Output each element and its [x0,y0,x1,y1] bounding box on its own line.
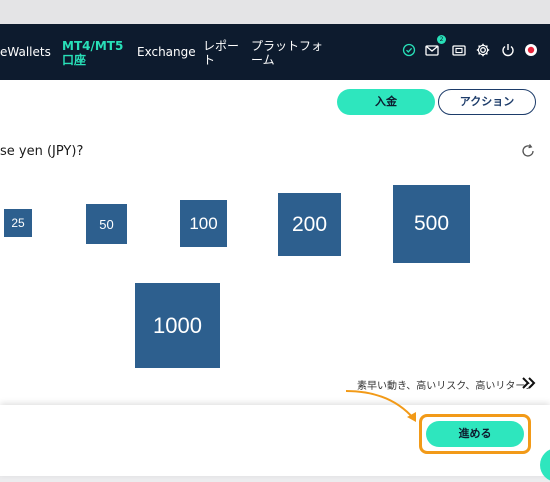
amount-tile-50[interactable]: 50 [86,204,127,244]
browser-top-strip [0,0,550,24]
amount-tile-1000[interactable]: 1000 [135,283,220,368]
amount-tile-200[interactable]: 200 [278,193,341,256]
top-navbar: eWallets MT4/MT5 口座 Exchange レポー ト プラットフ… [0,24,550,80]
notification-badge: 2 [437,35,446,44]
double-chevron-right-icon[interactable] [521,375,537,391]
mail-icon[interactable] [424,42,440,58]
deposit-button[interactable]: 入金 [337,89,435,115]
nav-item-platforms[interactable]: プラットフォ ーム [251,39,323,67]
amount-tile-500[interactable]: 500 [393,185,470,263]
nav-item-exchange[interactable]: Exchange [137,45,196,59]
refresh-icon[interactable] [519,142,537,160]
action-button[interactable]: アクション [438,89,536,115]
ticket-icon[interactable] [451,42,467,58]
nav-item-reports[interactable]: レポー ト [203,39,239,67]
amount-tile-25[interactable]: 25 [4,209,32,237]
record-icon[interactable] [523,42,539,58]
nav-item-ewallets[interactable]: eWallets [0,45,51,59]
arrow-pointer-icon [345,390,416,422]
amount-tile-100[interactable]: 100 [180,200,227,247]
check-circle-icon[interactable] [401,42,417,58]
power-icon[interactable] [500,42,516,58]
gear-icon[interactable] [475,42,491,58]
question-text: se yen (JPY)? [0,144,84,159]
nav-item-mt4-mt5-accounts[interactable]: MT4/MT5 口座 [62,39,123,67]
proceed-button[interactable]: 進める [426,421,524,447]
